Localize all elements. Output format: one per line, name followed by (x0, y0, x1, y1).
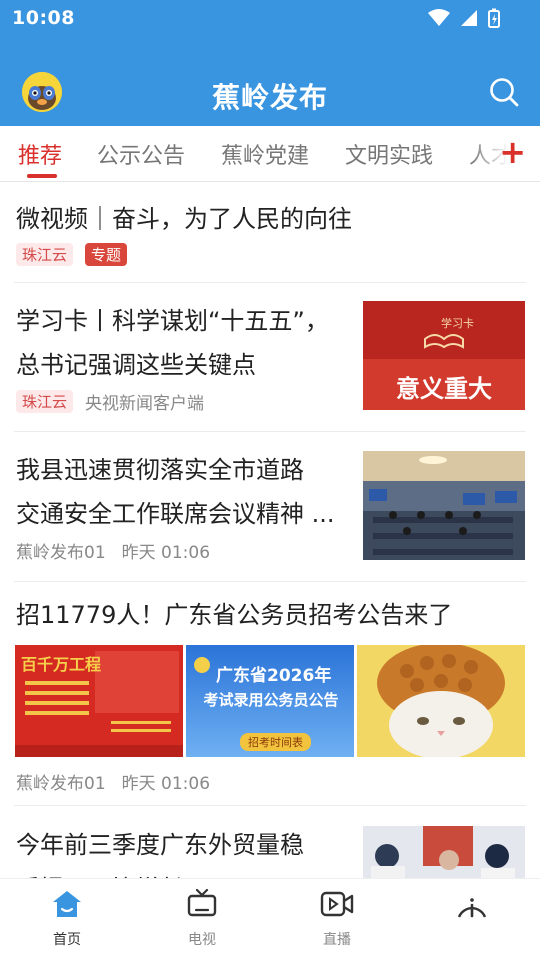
image-caption: 百千万工程 (21, 655, 102, 674)
tab-recommend[interactable]: 推荐 (18, 138, 62, 170)
source-tag: 珠江云 (16, 243, 74, 266)
nav-live[interactable]: 直播 (297, 889, 377, 949)
news-time: 昨天 01:06 (121, 774, 211, 794)
wifi-icon (428, 9, 450, 26)
divider (14, 431, 526, 432)
image-headline-2: 考试录用公务员公告 (203, 691, 339, 709)
source-tag: 珠江云 (16, 390, 74, 413)
nav-more[interactable] (432, 889, 512, 929)
tab-party-building[interactable]: 蕉岭党建 (221, 138, 309, 170)
news-meta: 珠江云 专题 (16, 243, 526, 266)
divider (14, 282, 526, 283)
search-icon[interactable] (488, 76, 520, 108)
tab-civilization[interactable]: 文明实践 (345, 138, 433, 170)
image-headline-1: 广东省2026年 (216, 666, 332, 686)
news-time: 昨天 01:06 (121, 543, 211, 563)
news-feed: 微视频｜奋斗，为了人民的向往 珠江云 专题 学习卡丨科学谋划“十五五”， 总书记… (0, 183, 540, 878)
news-image-2[interactable]: 广东省2026年 考试录用公务员公告 招考时间表 (186, 645, 354, 757)
list-item[interactable]: 微视频｜奋斗，为了人民的向往 珠江云 专题 (16, 197, 526, 266)
app-title: 蕉岭发布 (211, 81, 328, 114)
bottom-nav: 首页 电视 直播 (0, 878, 540, 960)
news-title: 微视频｜奋斗，为了人民的向往 (16, 205, 352, 233)
nav-tv-label: 电视 (188, 932, 216, 948)
video-camera-icon (320, 891, 354, 917)
news-image-1[interactable]: 百千万工程 (15, 645, 183, 757)
divider (14, 581, 526, 582)
nav-home-label: 首页 (53, 932, 81, 948)
battery-icon (488, 8, 500, 28)
status-time: 10:08 (12, 7, 75, 29)
info-icon (457, 898, 487, 918)
news-meta: 蕉岭发布01 昨天 01:06 (16, 769, 210, 794)
tv-icon (187, 888, 217, 917)
news-thumbnail[interactable] (363, 826, 525, 878)
app-header: 蕉岭发布 (0, 60, 540, 126)
thumb-text: 意义重大 (396, 375, 492, 403)
news-thumbnail[interactable]: 学习卡 意义重大 (363, 301, 525, 410)
status-icons (428, 8, 500, 28)
status-bar: 10:08 (0, 0, 540, 36)
thumb-small-text: 学习卡 (441, 317, 474, 330)
tab-announcements[interactable]: 公示公告 (97, 138, 185, 170)
nav-live-label: 直播 (323, 932, 351, 948)
news-source: 央视新闻客户端 (85, 394, 205, 414)
signal-icon (461, 10, 477, 26)
nav-tv[interactable]: 电视 (162, 888, 242, 949)
channel-tabs: 推荐 公示公告 蕉岭党建 文明实践 人才 + (0, 126, 540, 182)
image-button: 招考时间表 (240, 733, 311, 751)
divider (14, 805, 526, 806)
news-source: 蕉岭发布01 (16, 543, 106, 563)
home-icon (53, 891, 81, 917)
nav-home[interactable]: 首页 (27, 889, 107, 949)
list-item[interactable]: 招11779人！广东省公务员招考公告来了 (16, 593, 526, 637)
active-tab-indicator (27, 174, 57, 178)
news-image-3[interactable] (357, 645, 525, 757)
news-thumbnail[interactable] (363, 451, 525, 560)
topic-badge: 专题 (85, 243, 128, 266)
add-channel-icon[interactable]: + (499, 136, 526, 168)
news-title: 招11779人！广东省公务员招考公告来了 (16, 601, 453, 629)
app-header-bar: 10:08 蕉岭发布 (0, 0, 540, 126)
news-source: 蕉岭发布01 (16, 774, 106, 794)
